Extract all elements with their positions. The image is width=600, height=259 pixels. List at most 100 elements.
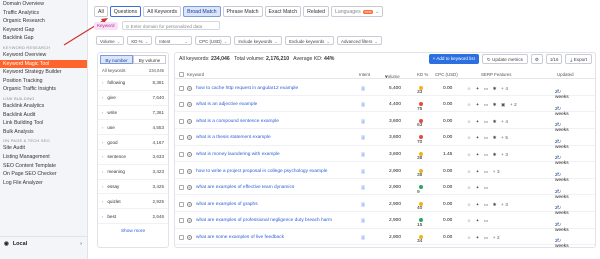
serp-features-icons[interactable]: ☆ ✦ ▭ ✱ ▣ +2	[467, 102, 518, 108]
row-checkbox[interactable]	[179, 102, 184, 109]
by-number-button[interactable]: By number	[100, 55, 133, 64]
add-keyword-button[interactable]: +	[187, 85, 192, 92]
tab-all[interactable]: All	[94, 6, 108, 17]
sidebar-item-bulk-analysis[interactable]: Bulk Analysis	[0, 128, 87, 137]
refresh-icon[interactable]: ↻	[557, 107, 561, 112]
row-checkbox[interactable]	[179, 168, 184, 176]
header-keyword[interactable]: Keyword	[187, 72, 204, 77]
refresh-icon[interactable]: ↻	[557, 206, 561, 211]
tab-exact-match[interactable]: Exact Match	[264, 6, 302, 17]
refresh-icon[interactable]: ↻	[557, 156, 561, 161]
tab-phrase-match[interactable]: Phrase Match	[222, 6, 263, 17]
serp-features-icons[interactable]: ☆ ✦ ▭ +2	[467, 235, 501, 241]
add-keyword-button[interactable]: +	[187, 135, 192, 141]
keyword-link[interactable]: what are examples of effective team dyna…	[196, 185, 294, 190]
header-select-all[interactable]	[179, 72, 184, 78]
refresh-icon[interactable]: ↻	[557, 123, 561, 128]
add-keyword-button[interactable]: +	[187, 151, 192, 158]
serp-features-icons[interactable]: ☆ ✦ ▭ ✱ +4	[467, 119, 510, 125]
tab-broad-match[interactable]: Broad Match	[183, 6, 221, 17]
serp-features-icons[interactable]: ☆ ✦ ▭ ✱ +3	[467, 202, 510, 208]
keyword-link[interactable]: what are some examples of live feedback	[196, 235, 284, 240]
row-checkbox[interactable]	[179, 118, 184, 126]
sidebar-item-on-page-seo-checker[interactable]: On Page SEO Checker	[0, 170, 87, 179]
group-row[interactable]: › use 4,553	[98, 120, 168, 136]
header-updated[interactable]: Updated	[557, 72, 574, 77]
row-checkbox[interactable]	[179, 85, 184, 93]
sidebar-item-organic-traffic-insights[interactable]: Organic Traffic Insights	[0, 85, 87, 94]
sidebar-item-keyword-overview[interactable]: Keyword Overview	[0, 51, 87, 60]
filter-intent[interactable]: Intent ⌄	[155, 36, 192, 45]
refresh-icon[interactable]: ↻	[557, 190, 561, 195]
serp-features-icons[interactable]: ☆ ✦ ▭	[467, 218, 490, 224]
serp-features-icons[interactable]: ☆ ✦ ▭ ✱ +4	[467, 86, 510, 92]
serp-features-icons[interactable]: ☆ ✦ ▭	[467, 185, 490, 191]
sidebar-item-link-building-tool[interactable]: Link Building Tool	[0, 119, 87, 128]
group-row[interactable]: › best 2,646	[98, 209, 168, 224]
add-keyword-button[interactable]: +	[187, 185, 192, 191]
group-row[interactable]: › quizlet 2,925	[98, 194, 168, 210]
group-row[interactable]: › good 4,167	[98, 135, 168, 150]
add-keyword-button[interactable]: +	[187, 102, 192, 108]
keyword-link[interactable]: what are examples of graphs	[196, 202, 258, 207]
filter-cpc[interactable]: CPC (USD) ⌄	[194, 36, 232, 45]
serp-features-icons[interactable]: ☆ ✦ ▭ +3	[467, 169, 501, 175]
filter-volume[interactable]: Volume ⌄	[96, 36, 125, 45]
keyword-link[interactable]: what are examples of professional neglig…	[196, 218, 332, 223]
keyword-link[interactable]: how to cache http request in angular12 e…	[196, 86, 298, 91]
sidebar-item-listing-management[interactable]: Listing Management	[0, 153, 87, 162]
header-kd[interactable]: KD %	[417, 72, 428, 77]
sidebar-item-domain-overview[interactable]: Domain Overview	[0, 0, 87, 9]
sidebar-item-keyword-magic-tool[interactable]: Keyword Magic Tool	[0, 59, 87, 69]
add-keyword-button[interactable]: +	[187, 218, 192, 224]
add-keyword-button[interactable]: +	[187, 168, 192, 175]
refresh-icon[interactable]: ↻	[557, 90, 561, 95]
row-checkbox[interactable]	[179, 135, 184, 142]
keyword-link[interactable]: how to write a project proposal in colle…	[196, 169, 327, 174]
add-keyword-button[interactable]: +	[187, 234, 192, 241]
header-intent[interactable]: Intent	[359, 72, 370, 77]
by-volume-button[interactable]: By volume	[133, 55, 166, 64]
update-metrics-button[interactable]: ↻ Update metrics	[481, 54, 528, 64]
header-serp-features[interactable]: SERP Features	[481, 72, 511, 77]
row-checkbox[interactable]	[179, 218, 184, 225]
row-checkbox[interactable]	[179, 151, 184, 159]
refresh-icon[interactable]: ↻	[557, 223, 561, 228]
sidebar-local-toggle[interactable]: ◉ Local ›	[0, 236, 88, 250]
tab-related[interactable]: Related	[303, 6, 329, 17]
sidebar-item-log-file-analyzer[interactable]: Log File Analyzer	[0, 179, 87, 188]
domain-input[interactable]: ⊙ Enter domain for personalized data	[121, 21, 220, 30]
keyword-link[interactable]: what is a compound sentence example	[196, 119, 279, 124]
group-row[interactable]: › following 8,381	[98, 76, 168, 91]
group-row[interactable]: › essay 3,425	[98, 180, 168, 195]
group-row[interactable]: › sentence 3,633	[98, 150, 168, 165]
row-checkbox[interactable]	[179, 234, 184, 242]
sidebar-item-position-tracking[interactable]: Position Tracking	[0, 77, 87, 86]
sidebar-item-backlink-audit[interactable]: Backlink Audit	[0, 111, 87, 120]
sidebar-item-backlink-analytics[interactable]: Backlink Analytics	[0, 102, 87, 111]
languages-dropdown[interactable]: Languages beta ⌄	[330, 6, 384, 17]
filter-include-keywords[interactable]: Include keywords ⌄	[234, 36, 282, 45]
filter-kd[interactable]: KD % ⌄	[127, 36, 153, 45]
sidebar-item-site-audit[interactable]: Site Audit	[0, 144, 87, 153]
tab-all-keywords[interactable]: All Keywords	[143, 6, 182, 17]
add-keyword-button[interactable]: +	[187, 201, 192, 208]
serp-features-icons[interactable]: ☆ ✦ ▭ ✱ +5	[467, 135, 510, 141]
export-button[interactable]: ⤓ Export	[565, 54, 592, 64]
row-checkbox[interactable]	[179, 201, 184, 209]
sidebar-item-seo-content-template[interactable]: SEO Content Template	[0, 162, 87, 171]
keyword-link[interactable]: what is an adjective example	[196, 102, 257, 107]
refresh-icon[interactable]: ↻	[557, 239, 561, 244]
row-checkbox[interactable]	[179, 185, 184, 192]
keyword-link[interactable]: what is money laundering with example	[196, 152, 280, 157]
filter-advanced[interactable]: Advanced filters ⌄	[337, 36, 382, 45]
keyword-link[interactable]: what is a thesis statement example	[196, 135, 271, 140]
settings-button[interactable]: ⚙	[530, 54, 543, 64]
group-row[interactable]: › write 7,361	[98, 106, 168, 121]
filter-exclude-keywords[interactable]: Exclude keywords ⌄	[284, 36, 335, 45]
keyword-chip[interactable]: Keyword	[94, 21, 118, 30]
add-to-keyword-list-button[interactable]: + Add to keyword list	[428, 54, 479, 64]
group-row[interactable]: › meaning 3,423	[98, 165, 168, 180]
add-keyword-button[interactable]: +	[187, 118, 192, 125]
serp-features-icons[interactable]: ☆ ✦ ▭ ✱ +3	[467, 152, 510, 158]
